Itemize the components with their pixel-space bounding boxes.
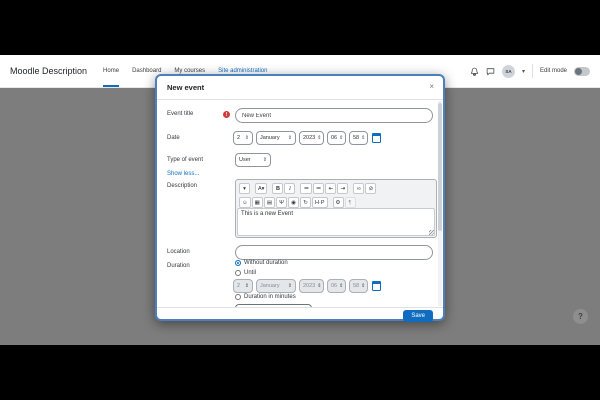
modal-header: New event × [157, 76, 443, 100]
location-input[interactable] [235, 245, 433, 260]
event-title-input[interactable] [235, 108, 433, 123]
browser-page: Moodle Description Home Dashboard My cou… [0, 55, 600, 345]
radio-until[interactable]: Until [235, 270, 256, 276]
select-arrows-icon: ⇕ [263, 157, 267, 163]
required-icon: ! [223, 111, 230, 118]
date-label: Date [167, 135, 180, 141]
user-avatar[interactable]: SA [502, 65, 515, 78]
site-title: Moodle Description [10, 66, 87, 76]
radio-duration-in-minutes[interactable]: Duration in minutes [235, 294, 296, 300]
notifications-bell-icon[interactable] [470, 67, 479, 76]
radio-dot [235, 270, 241, 276]
until-calendar-icon[interactable] [372, 281, 381, 291]
type-of-event-label: Type of event [167, 157, 203, 163]
select-arrows-icon: ⇕ [245, 283, 249, 289]
screen: Moodle Description Home Dashboard My cou… [0, 0, 600, 400]
bold-icon[interactable]: B [272, 183, 283, 194]
date-year-select[interactable]: 2023⇕ [299, 131, 324, 145]
toggle-knob [575, 68, 582, 75]
modal-footer: Save [157, 307, 443, 323]
save-button[interactable]: Save [403, 310, 433, 322]
radio-dot [235, 294, 241, 300]
until-month-select[interactable]: January⇕ [256, 279, 296, 293]
help-button[interactable]: ? [573, 309, 588, 324]
navbar-actions: SA ▾ Edit mode [470, 64, 600, 78]
until-day-select[interactable]: 2⇕ [233, 279, 253, 293]
show-less-link[interactable]: Show less... [167, 171, 199, 177]
type-of-event-select[interactable]: User⇕ [235, 153, 271, 167]
select-arrows-icon: ⇕ [361, 135, 365, 141]
insert-image-icon[interactable]: ▦ [252, 197, 263, 208]
select-arrows-icon: ⇕ [339, 283, 343, 289]
radio-dot [235, 260, 241, 266]
link-icon[interactable]: ∞ [353, 183, 364, 194]
edit-mode-toggle[interactable] [574, 67, 590, 76]
select-arrows-icon: ⇕ [245, 135, 249, 141]
accessibility-checker-icon[interactable]: ¶ [345, 197, 356, 208]
user-menu-caret-icon[interactable]: ▾ [522, 68, 525, 75]
outdent-icon[interactable]: ⇤ [325, 183, 336, 194]
messages-chat-icon[interactable] [486, 67, 495, 76]
editor-toolbar-row2: ☺ ▦ ▤ Ψ ◉ ↻ H·P ⚙ ¶ [239, 197, 356, 208]
date-month-select[interactable]: January⇕ [256, 131, 296, 145]
radio-without-duration[interactable]: Without duration [235, 260, 288, 266]
event-title-label: Event title [167, 111, 193, 117]
date-hour-select[interactable]: 06⇕ [327, 131, 346, 145]
edit-mode-label: Edit mode [540, 68, 567, 74]
nav-item-home[interactable]: Home [103, 55, 119, 87]
until-year-select[interactable]: 2023⇕ [299, 279, 324, 293]
location-label: Location [167, 249, 190, 255]
description-label: Description [167, 183, 197, 189]
ordered-list-icon[interactable]: ≕ [313, 183, 325, 194]
navbar-divider [532, 64, 533, 78]
calendar-icon[interactable] [372, 133, 381, 143]
modal-body: Event title ! Date 2⇕ January⇕ 2023⇕ 06⇕ [157, 100, 443, 307]
until-minute-select[interactable]: 58⇕ [349, 279, 368, 293]
select-arrows-icon: ⇕ [361, 283, 365, 289]
close-icon[interactable]: × [429, 83, 434, 91]
collapse-toolbar-icon[interactable]: ▾ [239, 183, 250, 194]
select-arrows-icon: ⇕ [288, 135, 292, 141]
select-arrows-icon: ⇕ [317, 135, 321, 141]
until-hour-select[interactable]: 06⇕ [327, 279, 346, 293]
resize-handle[interactable] [429, 230, 434, 235]
date-minute-select[interactable]: 58⇕ [349, 131, 368, 145]
select-arrows-icon: ⇕ [317, 283, 321, 289]
italic-icon[interactable]: I [284, 183, 295, 194]
modal-title: New event [167, 83, 204, 92]
manage-files-icon[interactable]: ⚙ [333, 197, 344, 208]
description-textarea[interactable]: This is a new Event [237, 208, 435, 236]
unordered-list-icon[interactable]: ≔ [300, 183, 312, 194]
record-screen-icon[interactable]: ↻ [300, 197, 311, 208]
editor-toolbar-row1: ▾ A▾ B I ≔ ≕ ⇤ ⇥ ∞ ⊘ [239, 183, 376, 194]
duration-label: Duration [167, 263, 190, 269]
h5p-icon[interactable]: H·P [312, 197, 327, 208]
new-event-modal: New event × Event title ! Date 2⇕ Januar… [155, 74, 445, 321]
emoji-picker-icon[interactable]: ☺ [239, 197, 251, 208]
font-style-icon[interactable]: A▾ [255, 183, 267, 194]
scrollbar-thumb[interactable] [438, 103, 442, 231]
select-arrows-icon: ⇕ [339, 135, 343, 141]
date-day-select[interactable]: 2⇕ [233, 131, 253, 145]
indent-icon[interactable]: ⇥ [337, 183, 348, 194]
record-video-icon[interactable]: ◉ [288, 197, 299, 208]
modal-scrollbar[interactable] [438, 101, 442, 306]
unlink-icon[interactable]: ⊘ [365, 183, 376, 194]
insert-media-icon[interactable]: ▤ [264, 197, 275, 208]
description-editor: ▾ A▾ B I ≔ ≕ ⇤ ⇥ ∞ ⊘ ☺ ▦ ▤ [235, 179, 437, 238]
select-arrows-icon: ⇕ [288, 283, 292, 289]
record-audio-icon[interactable]: Ψ [276, 197, 287, 208]
